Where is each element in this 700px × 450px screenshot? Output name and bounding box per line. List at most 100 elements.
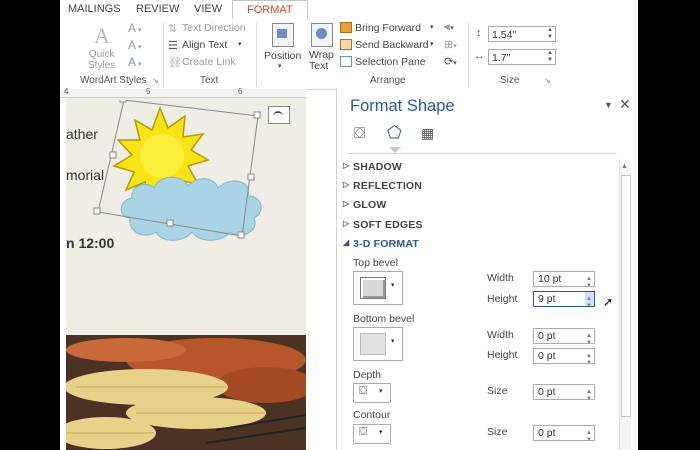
tab-format[interactable]: FORMAT — [232, 0, 308, 21]
ribbon-tab-bar: MAILINGS REVIEW VIEW FORMAT — [60, 0, 638, 21]
scroll-up-icon[interactable]: ▲ — [621, 163, 628, 170]
section-label: 3-D FORMAT — [353, 238, 419, 250]
section-shadow[interactable]: ▷ SHADOW — [343, 161, 403, 173]
section-soft-edges[interactable]: ▷ SOFT EDGES — [343, 219, 423, 231]
wrap-text-label: Wrap Text — [309, 49, 334, 72]
expand-arrow-icon: ▷ — [343, 180, 350, 189]
shape-width-input[interactable]: 1.7" ▲ ▼ — [488, 49, 556, 65]
section-3d-format[interactable]: ◢ 3-D FORMAT — [343, 238, 419, 250]
spin-down-icon[interactable]: ▼ — [586, 392, 592, 407]
spin-down-icon[interactable]: ▼ — [586, 356, 592, 371]
shape-width-icon: ↔ — [474, 50, 485, 62]
close-icon[interactable]: ✕ — [619, 96, 631, 113]
depth-size-value: 0 pt — [538, 386, 556, 398]
wordart-launcher-icon[interactable]: ↘ — [152, 77, 160, 85]
selection-pane-button[interactable]: Selection Pane — [340, 56, 440, 70]
quick-styles-icon: A — [94, 23, 110, 48]
ruler-mark: 5 — [146, 87, 151, 96]
contour-size-label: Size — [487, 426, 508, 438]
position-label: Position — [264, 50, 302, 62]
bottom-bevel-dropdown[interactable]: ▾ — [353, 327, 403, 361]
size-launcher-icon[interactable]: ↘ — [544, 77, 552, 85]
sun-cloud-shape[interactable] — [90, 100, 290, 250]
ruler-mark: 6 — [238, 87, 243, 96]
ribbon: A Quick Styles A ▾ A ▾ A ▾ WordArt Style… — [60, 19, 638, 90]
depth-label: Depth — [353, 369, 382, 381]
wordart-styles-group-label: WordArt Styles — [80, 75, 147, 86]
position-button[interactable]: Position ▾ — [262, 21, 302, 73]
contour-size-input[interactable]: 0 pt ▲ ▼ — [533, 425, 595, 443]
grilled-food-photo — [66, 335, 306, 450]
shape-height-input[interactable]: 1.54" ▲ ▼ — [488, 26, 556, 42]
tab-view[interactable]: VIEW — [194, 3, 222, 15]
cloud-icon — [120, 176, 262, 241]
expand-arrow-icon: ▷ — [343, 199, 350, 208]
chevron-down-icon: ▾ — [238, 41, 242, 48]
spin-down-icon[interactable]: ▼ — [586, 299, 592, 314]
word-window: MAILINGS REVIEW VIEW FORMAT A Quick Styl… — [60, 0, 638, 450]
paint-bucket-icon: ⛋ — [359, 385, 368, 397]
scrollbar-thumb[interactable] — [621, 175, 631, 417]
top-bevel-height-value: 9 pt — [538, 293, 556, 305]
top-bevel-dropdown[interactable]: ▾ — [353, 271, 403, 305]
rotate-icon[interactable]: ⟳▾ — [444, 55, 457, 68]
create-link-button[interactable]: ⛓ Create Link — [168, 56, 236, 69]
top-bevel-width-input[interactable]: 10 pt ▲ ▼ — [533, 271, 595, 289]
bevel-preview-icon — [360, 333, 386, 355]
wrap-text-button[interactable]: Wrap Text — [306, 21, 336, 73]
align-text-button[interactable]: ☰ Align Text ▾ — [168, 39, 248, 53]
text-direction-label: Text Direction — [182, 22, 246, 34]
top-bevel-height-label: Height — [487, 293, 518, 305]
send-backward-button[interactable]: Send Backward ▾ — [340, 39, 440, 53]
align-icon[interactable]: ⫷▾ — [444, 21, 454, 34]
section-label: SHADOW — [353, 161, 403, 173]
bring-forward-button[interactable]: Bring Forward ▾ — [340, 22, 440, 36]
selection-pane-label: Selection Pane — [355, 56, 426, 68]
contour-color-dropdown[interactable]: ⛋ ▾ — [353, 424, 391, 444]
section-label: SOFT EDGES — [353, 219, 423, 231]
tab-review[interactable]: REVIEW — [136, 3, 179, 15]
depth-color-dropdown[interactable]: ⛋ ▾ — [353, 383, 391, 403]
tab-mailings[interactable]: MAILINGS — [68, 3, 121, 15]
bottom-bevel-width-input[interactable]: 0 pt ▲ ▼ — [533, 328, 595, 346]
quick-styles-button[interactable]: A Quick Styles — [88, 21, 120, 73]
depth-size-label: Size — [487, 385, 508, 397]
layout-properties-icon[interactable]: ▦ — [421, 125, 434, 142]
depth-size-input[interactable]: 0 pt ▲ ▼ — [533, 384, 595, 402]
expand-arrow-icon: ▷ — [343, 161, 350, 170]
bottom-bevel-height-input[interactable]: 0 pt ▲ ▼ — [533, 348, 595, 366]
shape-height-icon: ↕ — [476, 27, 482, 39]
align-text-label: Align Text — [182, 39, 228, 51]
group-separator — [256, 23, 257, 87]
grilled-food-image — [66, 335, 306, 450]
expand-arrow-icon: ▷ — [343, 219, 350, 228]
pane-scrollbar[interactable]: ▲ — [619, 161, 631, 450]
top-bevel-height-input[interactable]: 9 pt ▲ ▼ — [533, 291, 595, 309]
section-label: REFLECTION — [353, 180, 423, 192]
layout-options-icon[interactable] — [268, 106, 290, 124]
bottom-bevel-label: Bottom bevel — [353, 313, 415, 325]
document-page[interactable]: ather morial n 12:00 — [60, 98, 306, 450]
section-glow[interactable]: ▷ GLOW — [343, 199, 386, 211]
section-reflection[interactable]: ▷ REFLECTION — [343, 180, 423, 192]
group-icon[interactable]: ⊞▾ — [444, 38, 457, 51]
text-direction-button[interactable]: ⇅ Text Direction — [168, 22, 246, 35]
quick-styles-label: Quick Styles — [88, 49, 116, 71]
text-outline-icon[interactable]: A ▾ — [128, 38, 141, 52]
top-bevel-width-value: 10 pt — [538, 273, 562, 285]
wrap-text-icon — [311, 23, 333, 47]
pane-options-chevron-down-icon[interactable]: ▼ — [604, 100, 613, 110]
height-spinner[interactable]: ▲ ▼ — [546, 27, 554, 41]
bottom-bevel-width-value: 0 pt — [538, 330, 556, 342]
link-icon: ⛓ — [168, 57, 182, 69]
text-fill-icon[interactable]: A ▾ — [128, 21, 141, 35]
fill-line-icon[interactable]: ⛋ — [354, 125, 365, 142]
send-backward-label: Send Backward — [355, 39, 429, 51]
effects-icon[interactable]: ⬠ — [387, 123, 402, 143]
text-effects-icon[interactable]: A ▾ — [128, 55, 141, 69]
create-link-label: Create Link — [182, 56, 236, 68]
width-spinner[interactable]: ▲ ▼ — [546, 50, 554, 64]
chevron-down-icon: ▾ — [391, 338, 395, 345]
chevron-down-icon: ▾ — [430, 24, 434, 31]
spin-down-icon[interactable]: ▼ — [586, 433, 592, 448]
